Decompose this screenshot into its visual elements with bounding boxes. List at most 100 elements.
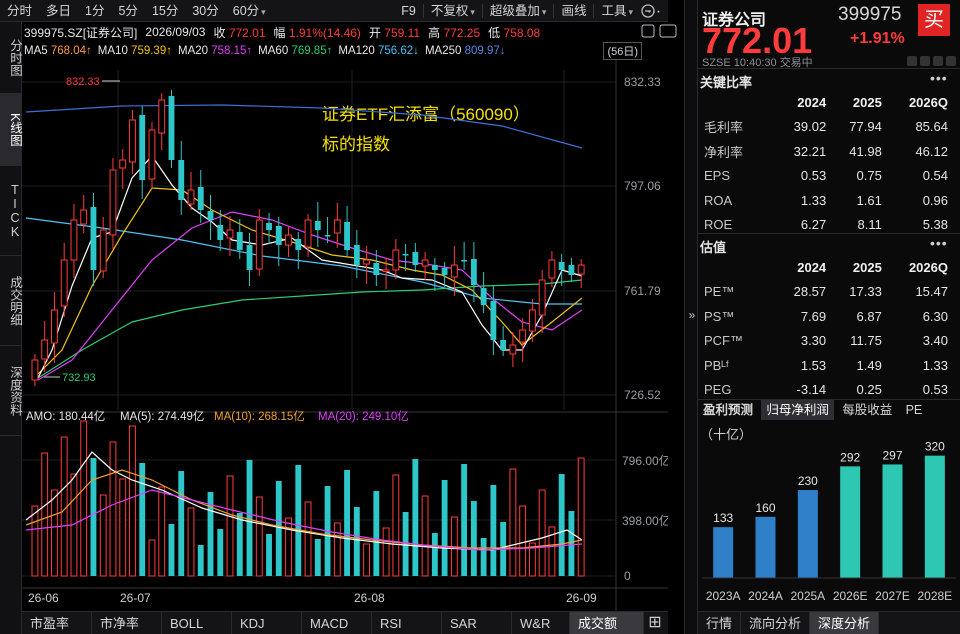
tab-rsi[interactable]: RSI bbox=[372, 612, 442, 634]
price-axis-label: 797.06 bbox=[624, 179, 661, 193]
candle-body bbox=[402, 254, 409, 256]
volume-bar bbox=[304, 501, 312, 577]
tab-pb[interactable]: 市净率 bbox=[92, 612, 162, 634]
tab-multiday[interactable]: 多日 bbox=[39, 0, 78, 22]
key-ratios-title: 关键比率 bbox=[700, 75, 753, 90]
volume-bar bbox=[295, 465, 302, 576]
chart-annotation-line2: 标的指数 bbox=[322, 135, 390, 154]
vtab-trade-detail[interactable]: 成交明细 bbox=[0, 256, 22, 346]
close-label: 收 bbox=[213, 25, 226, 40]
low-value: 758.08 bbox=[503, 25, 541, 40]
tab-depth-analysis[interactable]: 深度分析 bbox=[810, 612, 880, 634]
volume-bar bbox=[558, 474, 565, 576]
volume-bar bbox=[353, 507, 360, 576]
date-axis-label: 26-09 bbox=[566, 591, 597, 605]
draw-line-button[interactable]: 画线 bbox=[554, 0, 593, 22]
volume-bar bbox=[519, 505, 527, 577]
candle-body bbox=[255, 219, 263, 270]
tab-net-profit[interactable]: 归母净利润 bbox=[761, 400, 834, 420]
vtab-intraday-chart[interactable]: 分时图 bbox=[0, 22, 22, 94]
volume-bar bbox=[275, 481, 282, 576]
tab-eps[interactable]: 每股收益 bbox=[837, 400, 897, 420]
range-days-button[interactable]: (56日) bbox=[603, 42, 642, 60]
link-icon[interactable] bbox=[920, 56, 930, 66]
ratio-row: ROA 1.33 1.61 0.96 bbox=[704, 192, 948, 208]
tools-dropdown[interactable]: 工具 bbox=[594, 0, 640, 22]
kline-chart[interactable]: 832.33 797.06 761.79 726.52 证券ETF汇添富（560… bbox=[22, 60, 668, 611]
tab-60min[interactable]: 60分 bbox=[226, 0, 273, 22]
vtab-tick[interactable]: TICK bbox=[0, 166, 22, 256]
tab-1min[interactable]: 1分 bbox=[78, 0, 111, 22]
ratios-more-icon[interactable]: ••• bbox=[930, 70, 948, 86]
candle-body bbox=[509, 344, 517, 355]
tab-boll[interactable]: BOLL bbox=[162, 612, 232, 634]
expand-icon[interactable] bbox=[946, 56, 956, 66]
forecast-bar bbox=[713, 527, 734, 578]
vtab-depth-info[interactable]: 深度资料 bbox=[0, 346, 22, 436]
vtab-kline-chart[interactable]: K线图 bbox=[0, 94, 22, 166]
right-bottom-tabs: 行情 流向分析 深度分析 bbox=[698, 611, 960, 634]
volume-bar bbox=[509, 468, 517, 577]
forecast-value-label: 133 bbox=[713, 511, 733, 525]
volume-bar bbox=[412, 459, 419, 576]
volume-bar bbox=[139, 463, 146, 576]
candle-body bbox=[548, 259, 556, 279]
expand-chevron-icon[interactable]: » bbox=[685, 308, 699, 322]
security-code: 399975.SZ[证券公司] bbox=[24, 25, 138, 40]
tab-intraday[interactable]: 分时 bbox=[0, 0, 39, 22]
tab-wr[interactable]: W&R bbox=[512, 612, 570, 634]
tab-30min[interactable]: 30分 bbox=[185, 0, 225, 22]
ma120-value: 756.62↓ bbox=[378, 45, 419, 57]
candle-body bbox=[392, 249, 400, 271]
ma20-label: MA20 bbox=[177, 45, 209, 57]
forecast-category-label: 2026E bbox=[833, 589, 868, 603]
ma5-label: MA5 bbox=[24, 45, 48, 57]
volume-bars bbox=[31, 420, 585, 577]
tab-macd[interactable]: MACD bbox=[302, 612, 372, 634]
f9-button[interactable]: F9 bbox=[394, 0, 423, 22]
ma10-label: MA10 bbox=[97, 45, 128, 57]
candle-body bbox=[197, 187, 204, 210]
year-header: 2025 bbox=[852, 94, 882, 110]
ma60-label: MA60 bbox=[258, 45, 289, 57]
ma-legend-line: MA5 768.04↑ MA10 759.39↑ MA20 758.15↑ MA… bbox=[24, 42, 668, 60]
valuation-more-icon[interactable]: ••• bbox=[930, 235, 948, 251]
edit-icon[interactable] bbox=[907, 56, 917, 66]
tab-pe-forecast[interactable]: PE bbox=[901, 400, 928, 420]
tab-flow-analysis[interactable]: 流向分析 bbox=[741, 612, 811, 634]
volume-bar bbox=[119, 478, 127, 577]
close-value: 772.01 bbox=[228, 25, 266, 40]
overlay-dropdown[interactable]: 超级叠加 bbox=[483, 0, 554, 22]
tab-turnover[interactable]: 成交额 bbox=[570, 612, 644, 634]
valuation-table: 2024 2025 2026Q PE™ 28.57 17.33 15.47 PS™ 7.… bbox=[700, 255, 950, 402]
adjust-dropdown[interactable]: 不复权 bbox=[424, 0, 482, 22]
tab-pe[interactable]: 市盈率 bbox=[22, 612, 92, 634]
low-label: 低 bbox=[488, 25, 501, 40]
tab-15min[interactable]: 15分 bbox=[145, 0, 185, 22]
panel-collapse-strip[interactable]: » bbox=[684, 0, 698, 634]
tab-5min[interactable]: 5分 bbox=[111, 0, 144, 22]
change-label: 幅 bbox=[273, 25, 286, 40]
forecast-category-label: 2025A bbox=[790, 589, 825, 603]
profit-forecast-chart: 133 2023A 160 2024A 230 2025A 292 2026E 297 2027E… bbox=[702, 440, 956, 603]
ma250-value: 809.97↓ bbox=[464, 45, 506, 57]
candle-body bbox=[266, 223, 272, 230]
key-ratios-table: 2024 2025 2026Q 毛利率 39.02 77.94 85.64 净利率 32… bbox=[700, 90, 950, 237]
forecast-value-label: 297 bbox=[882, 448, 902, 462]
volume-bar bbox=[480, 538, 487, 576]
year-header: 2026Q bbox=[908, 259, 948, 275]
candle-body bbox=[558, 262, 565, 270]
candle-body bbox=[187, 189, 195, 205]
add-indicator-icon[interactable]: ⊞ bbox=[644, 612, 666, 634]
tab-quote[interactable]: 行情 bbox=[698, 612, 742, 634]
candle-body bbox=[441, 268, 448, 275]
share-icon[interactable] bbox=[933, 56, 943, 66]
buy-button[interactable]: 买 bbox=[918, 4, 950, 36]
candle-body bbox=[577, 264, 585, 275]
left-vertical-tabs: 分时图 K线图 TICK 成交明细 深度资料 bbox=[0, 22, 22, 634]
tab-sar[interactable]: SAR bbox=[442, 612, 512, 634]
candle-body bbox=[41, 339, 49, 360]
candle-body bbox=[178, 160, 185, 200]
tab-kdj[interactable]: KDJ bbox=[232, 612, 302, 634]
candlesticks bbox=[31, 90, 585, 386]
